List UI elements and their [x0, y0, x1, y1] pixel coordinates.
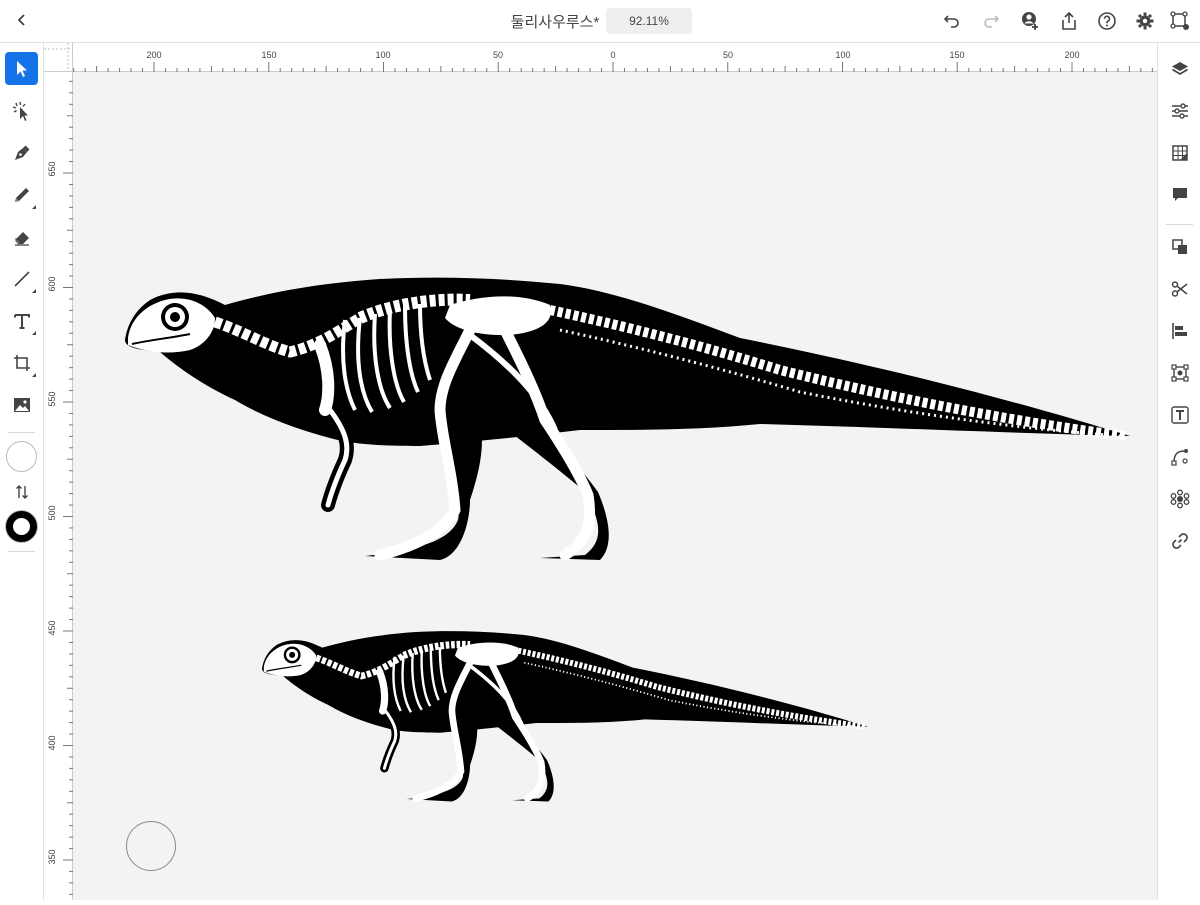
scissors-button[interactable] [1168, 277, 1192, 301]
stroke-swatch[interactable] [6, 511, 37, 542]
swap-colors-button[interactable] [12, 482, 32, 502]
cloud-document-button[interactable] [1168, 9, 1192, 33]
properties-button[interactable] [1168, 99, 1192, 123]
ruler-label: 450 [47, 620, 57, 636]
help-icon [1098, 12, 1116, 30]
document-title[interactable]: 둘리사우루스* [500, 11, 610, 32]
ruler-label: 400 [47, 735, 57, 751]
selection-tool[interactable] [5, 52, 38, 85]
invite-button[interactable] [1018, 9, 1042, 33]
ruler-origin-marks [44, 43, 73, 72]
pen-tool[interactable] [5, 136, 38, 169]
eraser-icon [14, 231, 29, 246]
arrow-pointer-icon [16, 60, 27, 77]
artboard-canvas[interactable] [73, 72, 1157, 900]
link-icon [1172, 533, 1188, 549]
ruler-label: 500 [47, 505, 57, 521]
cloud-doc-icon [1170, 11, 1189, 30]
redo-button[interactable] [979, 9, 1003, 33]
type-panel-icon [1171, 406, 1189, 424]
touch-shortcut-button[interactable] [126, 821, 176, 871]
comments-icon [1173, 188, 1187, 201]
line-icon [13, 270, 30, 287]
ruler-origin[interactable] [44, 43, 73, 72]
back-button[interactable] [10, 8, 34, 32]
comments-button[interactable] [1168, 183, 1192, 207]
transform-icon [1171, 364, 1189, 382]
undo-icon [943, 15, 959, 28]
right-toolbar [1157, 43, 1200, 900]
panel-divider [1166, 224, 1193, 225]
shape-tool[interactable] [5, 346, 38, 379]
arrange-icon [1172, 239, 1187, 254]
submenu-indicator [32, 331, 36, 335]
line-tool[interactable] [5, 262, 38, 295]
toolbar-divider [8, 432, 35, 433]
type-icon [13, 313, 30, 329]
share-icon [1062, 11, 1076, 30]
layers-button[interactable] [1168, 57, 1192, 81]
align-button[interactable] [1168, 319, 1192, 343]
libraries-icon [1172, 145, 1188, 161]
link-button[interactable] [1168, 529, 1192, 553]
fill-swatch[interactable] [6, 441, 37, 472]
invite-user-icon [1022, 12, 1038, 30]
dinosaur-skeleton-small[interactable] [262, 631, 868, 801]
magic-select-icon [12, 101, 28, 121]
horizontal-ruler[interactable]: 200 150 100 50 0 50 100 150 200 [73, 43, 1157, 72]
path-button[interactable] [1168, 445, 1192, 469]
pattern-button[interactable] [1168, 487, 1192, 511]
top-bar: 둘리사우루스* 92.11% [0, 0, 1200, 43]
arrange-button[interactable] [1168, 235, 1192, 259]
pattern-icon [1170, 489, 1190, 509]
submenu-indicator [32, 289, 36, 293]
ruler-label: 350 [47, 849, 57, 865]
vertical-ruler-ticks [63, 80, 73, 895]
dinosaur-skeleton-large[interactable] [125, 278, 1130, 560]
toolbar-divider [8, 551, 35, 552]
libraries-button[interactable] [1168, 141, 1192, 165]
type-tool[interactable] [5, 304, 38, 337]
image-icon [13, 397, 30, 412]
pencil-tool[interactable] [5, 178, 38, 211]
zoom-level[interactable]: 92.11% [606, 8, 692, 34]
image-tool[interactable] [5, 388, 38, 421]
ruler-label: 650 [47, 161, 57, 177]
ruler-label: 600 [47, 276, 57, 292]
artwork [73, 72, 1157, 900]
share-button[interactable] [1057, 9, 1081, 33]
submenu-indicator [32, 373, 36, 377]
crop-shape-icon [13, 354, 30, 371]
pencil-icon [14, 187, 29, 202]
left-toolbar [0, 43, 44, 900]
path-icon [1171, 449, 1188, 466]
settings-button[interactable] [1133, 9, 1157, 33]
chevron-left-icon [17, 14, 25, 26]
settings-icon [1136, 12, 1154, 30]
help-button[interactable] [1095, 9, 1119, 33]
redo-icon [984, 15, 1000, 28]
align-icon [1172, 323, 1187, 339]
pen-nib-icon [14, 145, 29, 160]
swap-arrows-icon [16, 485, 28, 499]
layers-icon [1172, 62, 1188, 76]
properties-icon [1172, 103, 1188, 119]
eraser-tool[interactable] [5, 220, 38, 253]
direct-selection-tool[interactable] [5, 94, 38, 127]
ruler-label: 550 [47, 391, 57, 407]
undo-button[interactable] [940, 9, 964, 33]
scissors-icon [1171, 281, 1188, 297]
vertical-ruler[interactable]: 650 600 550 500 450 400 350 [44, 72, 73, 900]
transform-button[interactable] [1168, 361, 1192, 385]
submenu-indicator [32, 205, 36, 209]
type-panel-button[interactable] [1168, 403, 1192, 427]
